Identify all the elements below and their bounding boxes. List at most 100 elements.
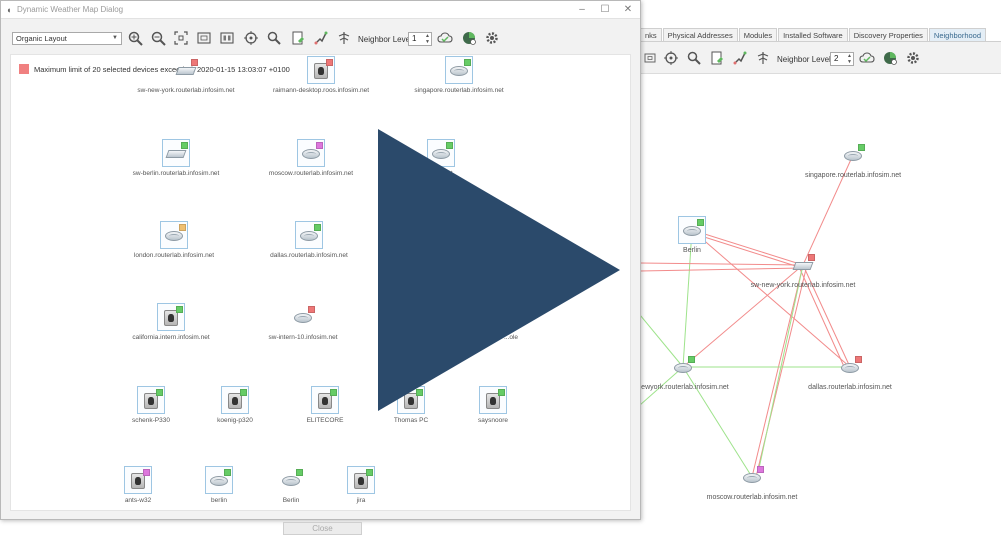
tab-physical-addresses[interactable]: Physical Addresses (662, 28, 738, 42)
neighbor-level-value: 1 (412, 34, 417, 43)
tab-installed-software[interactable]: Installed Software (778, 28, 848, 42)
node-label: berlin (211, 497, 227, 504)
status-indicator (314, 224, 321, 231)
cloud-check-icon[interactable] (859, 50, 875, 66)
router-icon (841, 363, 859, 373)
router-icon (394, 313, 412, 323)
close-window-button[interactable]: ✕ (617, 2, 639, 18)
network-link (640, 262, 804, 266)
hierarchy-icon[interactable] (336, 30, 352, 46)
fit-content-icon[interactable] (173, 30, 189, 46)
node-label: singapore.routerlab.infosim.net (804, 172, 902, 179)
center-icon[interactable] (663, 50, 679, 66)
status-indicator (326, 59, 333, 66)
status-indicator (416, 389, 423, 396)
gear-icon[interactable] (905, 50, 921, 66)
minimize-button[interactable]: – (571, 2, 593, 18)
node-label: sw-new-york.routerlab.infosim.net (137, 87, 235, 94)
stepper-arrows-icon[interactable]: ▲ ▼ (425, 33, 430, 45)
neighborhood-map[interactable]: singapore.routerlab.infosim.net Berlin sw-… (637, 75, 1001, 542)
fit-selection-icon[interactable] (219, 30, 235, 46)
router-icon (210, 476, 228, 486)
map-icon[interactable] (313, 30, 329, 46)
export-icon[interactable] (709, 50, 725, 66)
status-indicator (181, 142, 188, 149)
gear-icon[interactable] (484, 30, 500, 46)
node-label: dallas.routerlab.infosim.net (808, 384, 892, 391)
select-area-icon[interactable] (196, 30, 212, 46)
tab-neighborhood[interactable]: Neighborhood (928, 28, 987, 42)
router-icon (743, 473, 761, 483)
neighbor-level-label: Neighbor Level (358, 35, 412, 44)
switch-icon (792, 262, 814, 270)
router-icon (300, 231, 318, 241)
dialog-titlebar[interactable]: ◖ Dynamic Weather Map Dialog – ☐ ✕ (1, 1, 640, 19)
network-link (751, 264, 804, 478)
app-logo-icon: ◖ (6, 5, 12, 15)
router-icon (294, 313, 312, 323)
limit-warning: Maximum limit of 20 selected devices exc… (19, 63, 290, 75)
dialog-toolbar: Organic Layout ▼ Neighbor Level 1 ▲ ▼ (1, 20, 640, 54)
status-indicator (156, 389, 163, 396)
node-label: newyork.routerlab.infosim.net (637, 384, 729, 391)
node-label: sw-new-york.routerlab.infosim.net (750, 282, 856, 289)
neighborhood-toolbar: Neighbor Level 2 ▲ ▼ (640, 42, 1001, 74)
neighbor-level-stepper[interactable]: 1 ▲ ▼ (408, 32, 432, 46)
node-label: sw-intern-10.infosim.net (268, 334, 338, 341)
status-pie-icon[interactable] (882, 50, 898, 66)
node-label: jira (356, 497, 366, 504)
network-link (757, 264, 804, 474)
hierarchy-icon[interactable] (755, 50, 771, 66)
neighbor-level-stepper[interactable]: 2 ▲ ▼ (830, 52, 854, 66)
status-indicator (855, 356, 862, 363)
status-indicator (408, 306, 415, 313)
stepper-arrows-icon[interactable]: ▲ ▼ (847, 53, 852, 65)
map-icon[interactable] (732, 50, 748, 66)
node-label: moscow.routerlab.infosim.net (706, 494, 798, 501)
warning-text: Maximum limit of 20 selected devices exc… (34, 64, 290, 74)
zoom-out-icon[interactable] (150, 30, 166, 46)
close-button[interactable]: Close (283, 522, 362, 535)
router-icon (844, 151, 862, 161)
router-icon (282, 476, 300, 486)
zoom-in-icon[interactable] (127, 30, 143, 46)
router-icon (683, 226, 701, 236)
status-indicator (858, 144, 865, 151)
status-indicator (688, 356, 695, 363)
status-indicator (296, 469, 303, 476)
status-indicator (308, 306, 315, 313)
warning-status-icon (19, 64, 29, 74)
status-indicator (464, 59, 471, 66)
status-indicator (808, 254, 815, 261)
router-icon (165, 231, 183, 241)
export-icon[interactable] (290, 30, 306, 46)
router-icon (302, 149, 320, 159)
node-label: koenig-p320 (217, 417, 253, 424)
status-pie-icon[interactable] (461, 30, 477, 46)
center-icon[interactable] (243, 30, 259, 46)
maximize-button[interactable]: ☐ (594, 2, 616, 18)
weather-map-canvas[interactable]: Maximum limit of 20 selected devices exc… (10, 54, 631, 511)
status-indicator (757, 466, 764, 473)
fit-selection-icon[interactable] (642, 50, 658, 66)
status-indicator (224, 469, 231, 476)
tab-discovery-properties[interactable]: Discovery Properties (848, 28, 928, 42)
status-indicator (143, 469, 150, 476)
layout-select[interactable]: Organic Layout ▼ (12, 32, 122, 45)
cloud-check-icon[interactable] (437, 30, 453, 46)
node-label: sw-berlin.routerlab.infosim.net (132, 170, 220, 177)
detail-tabs: nks Physical Addresses Modules Installed… (640, 28, 987, 42)
router-icon (674, 363, 692, 373)
status-indicator (240, 389, 247, 396)
network-link (691, 229, 804, 266)
neighbor-level-value: 2 (834, 54, 839, 63)
search-icon[interactable] (686, 50, 702, 66)
tab-links[interactable]: nks (640, 28, 662, 42)
node-label: schenk-P330 (132, 417, 170, 424)
network-link (691, 229, 851, 368)
node-label: s... (398, 334, 408, 341)
search-icon[interactable] (266, 30, 282, 46)
tab-modules[interactable]: Modules (738, 28, 778, 42)
node-label: ELITECORE (306, 417, 344, 424)
switch-icon (175, 67, 197, 75)
